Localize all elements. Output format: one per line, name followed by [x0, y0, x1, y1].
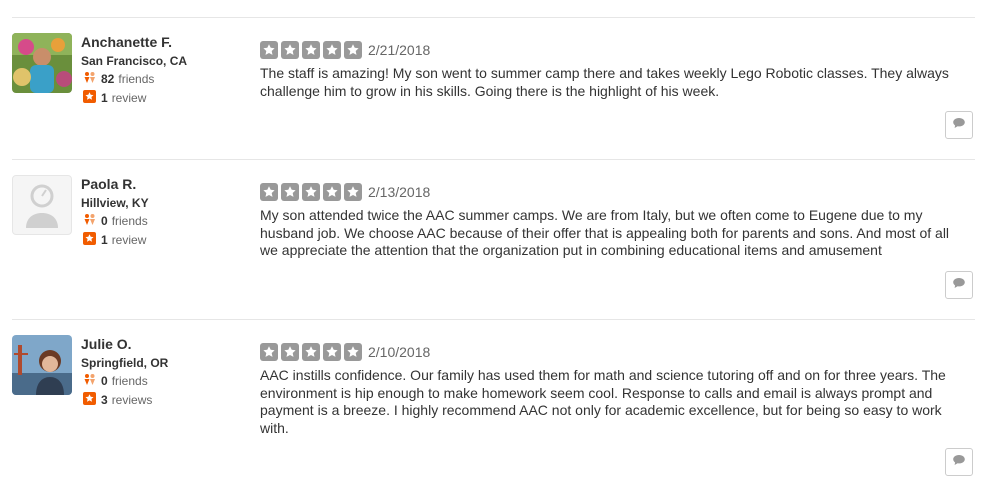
reviews-label: reviews	[111, 393, 153, 407]
user-name[interactable]: Paola R.	[81, 176, 136, 192]
comment-button[interactable]	[945, 271, 973, 299]
friends-icon	[83, 71, 96, 87]
friends-count: 82 friends	[83, 71, 154, 87]
comment-bubble-icon	[952, 453, 966, 471]
star-icon	[260, 343, 278, 361]
friends-number: 0	[101, 214, 108, 228]
user-name[interactable]: Julie O.	[81, 336, 132, 352]
friends-count: 0 friends	[83, 373, 148, 389]
star-icon	[260, 41, 278, 59]
reviews-count: 1 review	[83, 232, 146, 248]
user-name[interactable]: Anchanette F.	[81, 34, 172, 50]
avatar[interactable]	[12, 335, 72, 395]
star-icon	[302, 183, 320, 201]
review-star-icon	[83, 232, 96, 248]
star-icon	[302, 41, 320, 59]
comment-button[interactable]	[945, 111, 973, 139]
star-icon	[281, 183, 299, 201]
star-icon	[281, 343, 299, 361]
reviews-label: review	[111, 91, 147, 105]
friends-label: friends	[118, 72, 155, 86]
user-location: San Francisco, CA	[81, 54, 188, 68]
star-icon	[344, 343, 362, 361]
comment-bubble-icon	[952, 116, 966, 134]
avatar[interactable]	[12, 175, 72, 235]
friends-count: 0 friends	[83, 213, 148, 229]
reviews-number: 3	[101, 393, 108, 407]
star-icon	[260, 183, 278, 201]
avatar[interactable]	[12, 33, 72, 93]
divider	[12, 17, 975, 18]
review-date: 2/21/2018	[368, 42, 431, 58]
star-icon	[323, 343, 341, 361]
star-icon	[344, 41, 362, 59]
friends-label: friends	[111, 374, 148, 388]
user-location: Springfield, OR	[81, 356, 169, 370]
star-rating	[260, 343, 365, 361]
review-text: The staff is amazing! My son went to sum…	[260, 65, 949, 99]
review-text: My son attended twice the AAC summer cam…	[260, 207, 950, 258]
star-icon	[302, 343, 320, 361]
star-icon	[323, 41, 341, 59]
reviews-count: 3 reviews	[83, 392, 152, 408]
friends-label: friends	[111, 214, 148, 228]
friends-icon	[83, 373, 96, 389]
review-date: 2/13/2018	[368, 184, 431, 200]
review-date: 2/10/2018	[368, 344, 431, 360]
comment-bubble-icon	[952, 276, 966, 294]
reviews-number: 1	[101, 233, 108, 247]
star-rating	[260, 41, 365, 59]
friends-number: 0	[101, 374, 108, 388]
divider	[12, 319, 975, 320]
review-text: AAC instills confidence. Our family has …	[260, 367, 946, 436]
divider	[12, 159, 975, 160]
star-rating	[260, 183, 365, 201]
reviews-number: 1	[101, 91, 108, 105]
friends-number: 82	[101, 72, 115, 86]
friends-icon	[83, 213, 96, 229]
comment-button[interactable]	[945, 448, 973, 476]
reviews-label: review	[111, 233, 147, 247]
review-star-icon	[83, 90, 96, 106]
star-icon	[281, 41, 299, 59]
star-icon	[323, 183, 341, 201]
star-icon	[344, 183, 362, 201]
reviews-count: 1 review	[83, 90, 146, 106]
user-location: Hillview, KY	[81, 196, 149, 210]
review-star-icon	[83, 392, 96, 408]
default-user-icon	[26, 184, 58, 228]
